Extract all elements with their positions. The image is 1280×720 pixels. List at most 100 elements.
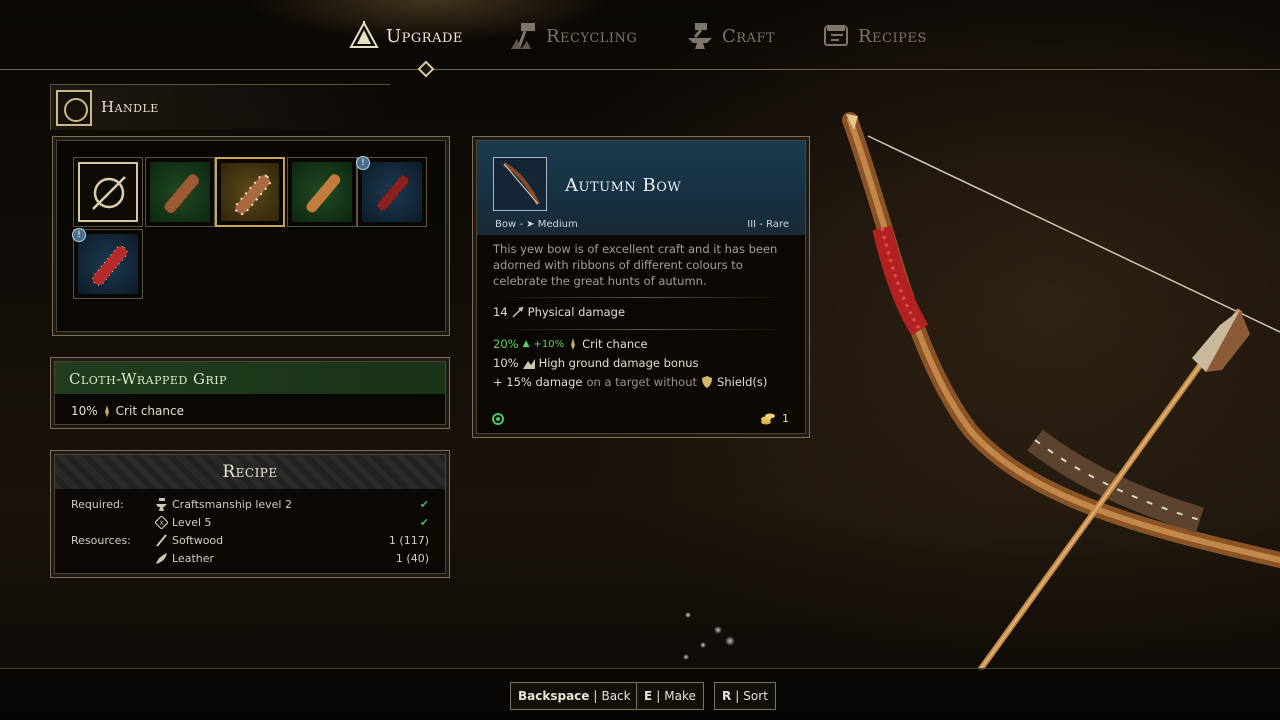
tab-label: Craft [722, 25, 776, 47]
recipe-panel: Recipe Required: Craftsmanship level 2 ✔… [50, 450, 450, 578]
level-icon: X [155, 516, 168, 529]
recipe-title: Recipe [55, 455, 445, 489]
no-item-icon [92, 176, 126, 210]
stat-value: 20% [493, 337, 519, 351]
upgrade-slot-icon [492, 413, 504, 425]
selected-part-panel: Cloth-Wrapped Grip 10% Crit chance [50, 357, 450, 429]
red-handle-icon [376, 174, 410, 212]
svg-text:X: X [159, 520, 163, 527]
bow-thumbnail-icon [493, 157, 547, 211]
shield-stat: + 15% damage on a target without Shield(… [493, 375, 767, 389]
anvil-icon [156, 498, 167, 511]
high-ground-stat: 10% High ground damage bonus [493, 356, 699, 370]
item-type-label: Bow - [495, 219, 523, 230]
resource-row: Leather 1 (40) [71, 552, 429, 570]
stat-bonus: +10% [533, 338, 565, 350]
leather-icon [156, 553, 167, 564]
item-weight: Medium [537, 219, 578, 230]
divider [491, 329, 791, 330]
action-label: Back [601, 689, 631, 703]
bow-illustration [842, 112, 1280, 670]
key-hint: R [722, 689, 732, 703]
separator: | [735, 689, 740, 703]
stat-value: 10% [493, 356, 519, 370]
item-card: Autumn Bow Bow - ➤ Medium III - Rare Thi… [472, 136, 810, 438]
stat-value: 10% [71, 404, 98, 418]
upgrade-icon [348, 20, 380, 52]
arrow-damage-icon [512, 306, 524, 318]
requirement-row: Required: Craftsmanship level 2 ✔ [71, 498, 429, 516]
handle-slot-none[interactable] [73, 157, 143, 227]
action-label: Sort [743, 689, 768, 703]
tab-recycling[interactable]: Recycling [508, 18, 637, 54]
action-label: Make [664, 689, 696, 703]
handle-options-grid: ! ! [52, 136, 450, 336]
category-title: Handle [101, 98, 159, 116]
divider [491, 297, 791, 298]
stat-value: 14 [493, 305, 508, 319]
check-icon: ✔ [419, 516, 429, 529]
make-button[interactable]: E | Make [636, 682, 704, 710]
stat-label: High ground damage bonus [538, 356, 699, 370]
resource-amount: 1 (40) [395, 552, 429, 565]
stat-condition: on a target without [586, 375, 698, 389]
tab-recipes[interactable]: Recipes [820, 18, 927, 54]
ribbon-handle-icon [91, 245, 128, 286]
shield-icon [702, 376, 713, 388]
anvil-icon [684, 20, 716, 52]
requirement-row: X Level 5 ✔ [71, 516, 429, 534]
tab-label: Upgrade [386, 25, 463, 47]
coins-icon [761, 413, 775, 425]
tab-label: Recipes [858, 25, 927, 47]
category-header: Handle [50, 84, 390, 130]
requirement-text: Craftsmanship level 2 [172, 498, 292, 511]
increase-icon: ▲ [522, 339, 530, 349]
crit-icon [104, 405, 109, 417]
tab-craft[interactable]: Craft [684, 18, 775, 54]
handle-slot[interactable]: ! [356, 156, 427, 227]
stat-label: Physical damage [527, 305, 626, 319]
damage-stat: 14 Physical damage [493, 305, 625, 319]
separator: | [593, 689, 598, 703]
tab-label: Recycling [546, 25, 638, 47]
part-stat: 10% Crit chance [71, 404, 184, 418]
item-name: Autumn Bow [565, 175, 682, 196]
top-nav-bar: Upgrade Recycling Craft Recipes [0, 0, 1280, 78]
resource-row: Resources: Softwood 1 (117) [71, 534, 429, 552]
stat-label: Shield(s) [717, 375, 768, 389]
water-reflection [678, 605, 748, 670]
crit-stat: 20% ▲ +10% Crit chance [493, 337, 648, 351]
back-button[interactable]: Backspace | Back [510, 682, 639, 710]
part-name: Cloth-Wrapped Grip [55, 362, 445, 394]
resources-label: Resources: [71, 534, 131, 547]
crit-icon [571, 338, 576, 350]
handle-slot[interactable] [145, 157, 215, 227]
stat-label: Crit chance [582, 337, 648, 351]
resource-amount: 1 (117) [388, 534, 429, 547]
recipes-icon [820, 20, 852, 52]
item-rarity: III - Rare [747, 219, 789, 230]
recycling-icon [508, 20, 540, 52]
handle-category-icon [56, 90, 92, 126]
check-icon: ✔ [419, 498, 429, 511]
stat-label: Crit chance [115, 404, 184, 418]
stat-value: + 15% damage [493, 375, 583, 389]
handle-slot[interactable] [287, 157, 357, 227]
softwood-icon [156, 534, 167, 547]
cost-value: 1 [782, 411, 789, 425]
required-label: Required: [71, 498, 124, 511]
requirement-text: Level 5 [172, 516, 212, 529]
item-description: This yew bow is of excellent craft and i… [493, 242, 778, 288]
tab-upgrade[interactable]: Upgrade [348, 18, 463, 54]
handle-slot-selected[interactable] [215, 157, 285, 227]
item-card-header: Autumn Bow Bow - ➤ Medium III - Rare [477, 141, 805, 235]
key-hint: E [644, 689, 653, 703]
sort-button[interactable]: R | Sort [714, 682, 776, 710]
separator: | [656, 689, 661, 703]
handle-slot[interactable]: ! [72, 228, 143, 299]
wooden-handle-icon [163, 173, 200, 214]
high-ground-icon [522, 359, 535, 369]
key-hint: Backspace [518, 689, 590, 703]
item-value: 1 [760, 411, 789, 425]
resource-name: Leather [172, 552, 215, 565]
